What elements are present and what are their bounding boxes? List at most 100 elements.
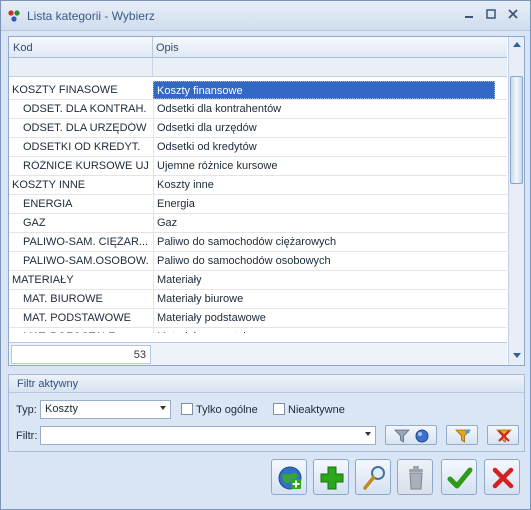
table-row[interactable]: PALIWO-SAM. CIĘŻAR... Paliwo do samochodó… (9, 233, 507, 252)
edit-button[interactable] (355, 459, 391, 495)
table-row[interactable]: MAT. POZOSTAŁEMateriały pozostałe (9, 328, 507, 333)
maximize-button[interactable] (482, 8, 500, 24)
table-row[interactable]: RÓŻNICE KURSOWE UJ... Ujemne różnice kurs… (9, 157, 507, 176)
chevron-down-icon (365, 432, 371, 436)
filter-panel-title: Filtr aktywny (9, 375, 524, 393)
cell-kod: MATERIAŁY (12, 274, 74, 286)
cell-kod: MAT. BIUROWE (23, 293, 103, 305)
filter-wizard-button[interactable] (446, 425, 478, 445)
scroll-up-icon (513, 42, 521, 47)
confirm-icon (447, 467, 473, 489)
cell-kod: ODSET. DLA KONTRAH. (23, 103, 147, 115)
window: Lista kategorii - Wybierz Kod Opis KOSZT… (0, 0, 531, 510)
cell-kod: MAT. POZOSTAŁE (23, 331, 150, 333)
funnel-clear-icon (496, 429, 512, 443)
minimize-icon (465, 16, 473, 18)
close-icon (508, 9, 518, 19)
title-bar: Lista kategorii - Wybierz (1, 1, 530, 31)
close-button[interactable] (504, 8, 522, 24)
trash-icon (409, 466, 423, 490)
funnel-star-icon (455, 429, 471, 443)
search-orb-icon (415, 429, 429, 443)
scroll-thumb[interactable] (510, 76, 523, 184)
typ-combo[interactable]: Koszty (40, 400, 171, 419)
cell-opis: Materiały pozostałe (153, 328, 495, 333)
cell-kod: RÓŻNICE KURSOWE UJ... (23, 160, 150, 172)
cell-kod: ENERGIA (23, 198, 73, 210)
cancel-icon (492, 467, 514, 489)
grid-header: Kod Opis (9, 37, 507, 58)
globe-add-icon (278, 466, 302, 490)
column-divider[interactable] (152, 37, 153, 58)
cell-opis: Energia (153, 195, 495, 213)
column-header-kod[interactable]: Kod (13, 42, 33, 54)
apply-filter-button[interactable] (385, 425, 437, 445)
table-row[interactable]: MAT. BIUROWE Materiały biurowe (9, 290, 507, 309)
cell-opis: Koszty inne (153, 176, 495, 194)
table-row[interactable]: MATERIAŁY Materiały (9, 271, 507, 290)
cell-opis: Materiały (153, 271, 495, 289)
tylko-ogolne-checkbox[interactable] (181, 403, 193, 415)
minimize-button[interactable] (460, 8, 478, 24)
categories-grid: Kod Opis KOSZTY FINASOWE Koszty finansowe… (8, 36, 525, 366)
clear-filter-button[interactable] (487, 425, 519, 445)
table-row[interactable]: GAZ Gaz (9, 214, 507, 233)
cell-opis: Materiały biurowe (153, 290, 495, 308)
edit-icon (363, 466, 385, 490)
scroll-down-button[interactable] (509, 349, 525, 365)
cell-opis: Paliwo do samochodów ciężarowych (153, 233, 495, 251)
table-row[interactable]: ODSET. DLA URZĘDÓW Odsetki dla urzędów (9, 119, 507, 138)
add-from-list-button[interactable] (271, 459, 307, 495)
grid-footer: 53 (9, 342, 507, 365)
typ-label: Typ: (16, 404, 37, 416)
filter-row-divider (152, 58, 153, 77)
cell-opis: Ujemne różnice kursowe (153, 157, 495, 175)
vertical-scrollbar[interactable] (508, 37, 524, 365)
nieaktywne-label: Nieaktywne (288, 404, 345, 416)
cell-opis: Gaz (153, 214, 495, 232)
table-row[interactable]: KOSZTY FINASOWE Koszty finansowe (9, 81, 507, 100)
table-row[interactable]: ODSET. DLA KONTRAH. Odsetki dla kontrahen… (9, 100, 507, 119)
grid-rows: KOSZTY FINASOWE Koszty finansowe ODSET. DL… (9, 81, 507, 333)
nieaktywne-checkbox[interactable] (273, 403, 285, 415)
cell-kod: ODSETKI OD KREDYT. (23, 141, 141, 153)
confirm-button[interactable] (441, 459, 477, 495)
table-row[interactable]: ENERGIA Energia (9, 195, 507, 214)
typ-value: Koszty (45, 403, 79, 415)
scroll-up-button[interactable] (509, 37, 525, 53)
cancel-button[interactable] (484, 459, 520, 495)
filtr-label: Filtr: (16, 430, 38, 442)
cell-kod: PALIWO-SAM. CIĘŻAR... (23, 236, 149, 248)
cell-opis: Odsetki od kredytów (153, 138, 495, 156)
maximize-icon (486, 9, 496, 19)
add-icon (320, 466, 344, 490)
scroll-down-icon (513, 353, 521, 358)
table-row[interactable]: ODSETKI OD KREDYT. Odsetki od kredytów (9, 138, 507, 157)
funnel-icon (394, 429, 410, 443)
cell-kod: KOSZTY INNE (12, 179, 86, 191)
filter-panel: Filtr aktywny Typ: Koszty Tylko ogólne N… (8, 374, 525, 452)
cell-kod: MAT. PODSTAWOWE (23, 312, 131, 324)
table-row[interactable]: KOSZTY INNE Koszty inne (9, 176, 507, 195)
cell-kod: GAZ (23, 217, 46, 229)
cell-opis: Koszty finansowe (153, 81, 495, 99)
table-row[interactable]: MAT. PODSTAWOWE Materiały podstawowe (9, 309, 507, 328)
cell-opis: Materiały podstawowe (153, 309, 495, 327)
filtr-combo[interactable] (40, 426, 376, 445)
table-row[interactable]: PALIWO-SAM.OSOBOW. Paliwo do samochodów o… (9, 252, 507, 271)
cell-kod: PALIWO-SAM.OSOBOW. (23, 255, 149, 267)
window-title: Lista kategorii - Wybierz (27, 9, 155, 23)
tylko-ogolne-label: Tylko ogólne (196, 404, 258, 416)
add-button[interactable] (313, 459, 349, 495)
record-count: 53 (11, 345, 151, 364)
delete-button[interactable] (397, 459, 433, 495)
chevron-down-icon (160, 406, 166, 410)
cell-opis: Odsetki dla urzędów (153, 119, 495, 137)
colored-dots-icon (8, 10, 20, 22)
column-header-opis[interactable]: Opis (156, 42, 179, 54)
cell-kod: KOSZTY FINASOWE (12, 84, 118, 96)
cell-opis: Odsetki dla kontrahentów (153, 100, 495, 118)
cell-kod: ODSET. DLA URZĘDÓW (23, 122, 147, 134)
cell-opis: Paliwo do samochodów osobowych (153, 252, 495, 270)
grid-filter-row[interactable] (9, 58, 507, 77)
